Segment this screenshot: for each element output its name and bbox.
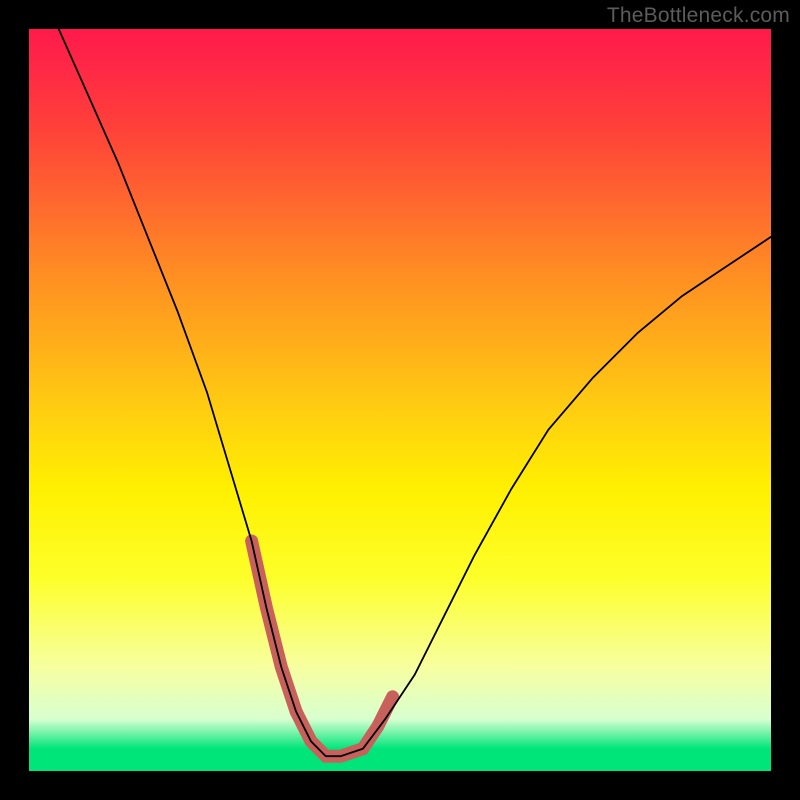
highlight-left	[252, 541, 297, 712]
highlight-right	[363, 697, 393, 749]
highlight-floor	[296, 712, 363, 757]
plot-area	[29, 29, 771, 771]
chart-canvas: TheBottleneck.com	[0, 0, 800, 800]
bottleneck-curve	[59, 29, 771, 756]
curve-layer	[29, 29, 771, 771]
watermark-text: TheBottleneck.com	[607, 4, 790, 28]
